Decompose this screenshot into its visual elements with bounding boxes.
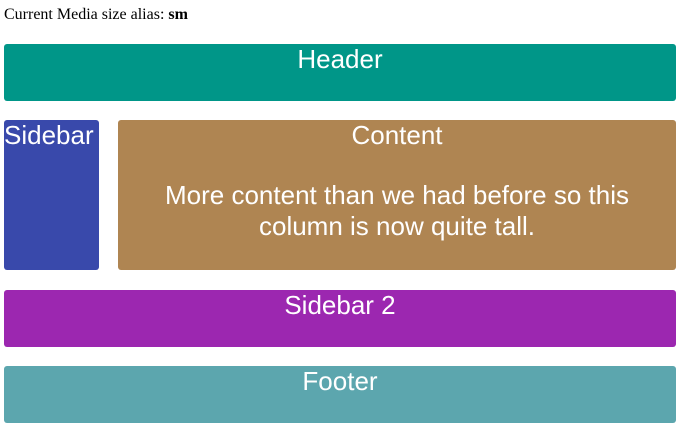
- content-body: More content than we had before so this …: [165, 180, 629, 241]
- sidebar-title: Sidebar: [4, 120, 94, 150]
- content-box: Content More content than we had before …: [118, 120, 676, 270]
- sidebar2-title: Sidebar 2: [284, 290, 396, 320]
- sidebar-box: Sidebar: [4, 120, 99, 270]
- media-size-alias: sm: [168, 6, 188, 23]
- footer-box: Footer: [4, 366, 676, 423]
- sidebar2-box: Sidebar 2: [4, 290, 676, 347]
- header-title: Header: [297, 44, 383, 74]
- header-box: Header: [4, 44, 676, 101]
- media-size-label: Current Media size alias:: [4, 6, 165, 23]
- media-size-indicator: Current Media size alias: sm: [4, 6, 188, 24]
- content-title: Content: [351, 120, 443, 150]
- footer-title: Footer: [302, 366, 378, 396]
